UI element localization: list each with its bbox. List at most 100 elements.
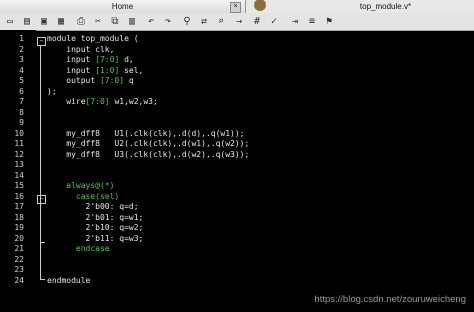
code-token: d, xyxy=(119,55,134,64)
code-line: always@(*) xyxy=(47,181,114,192)
open-folder-icon[interactable]: ▤ xyxy=(20,14,34,28)
code-line: case(sel) xyxy=(47,192,119,203)
copy-icon[interactable]: ⧉ xyxy=(108,14,122,28)
code-token: 2'b00: q=d; xyxy=(47,202,139,211)
new-file-icon[interactable]: ▭ xyxy=(3,14,17,28)
format-icon[interactable]: ≡ xyxy=(305,14,319,28)
line-number: 22 xyxy=(14,254,24,264)
save-icon[interactable]: ▣ xyxy=(37,14,51,28)
code-line: 2'b11: q=w3; xyxy=(47,234,144,245)
cut-icon[interactable]: ✂ xyxy=(91,14,105,28)
code-token: my_dff8 U2(.clk(clk),.d(w1),.q(w2)); xyxy=(47,139,250,148)
find-in-files-icon[interactable]: ⌕ xyxy=(214,14,228,28)
line-number: 6 xyxy=(19,86,24,96)
code-token: [1:0] xyxy=(95,65,120,75)
code-editor[interactable]: module top_module ( input clk, input [7:… xyxy=(47,30,474,312)
code-token: [7:0] xyxy=(99,76,125,85)
line-number: 12 xyxy=(14,149,24,159)
code-token: w1,w2,w3; xyxy=(109,97,158,106)
code-token: sel, xyxy=(119,65,144,75)
line-number: 4 xyxy=(19,65,24,75)
line-number: 8 xyxy=(19,107,24,117)
code-token: always@(*) xyxy=(47,181,115,190)
line-number: 10 xyxy=(14,128,24,138)
replace-icon[interactable]: ⇄ xyxy=(197,14,211,28)
line-number: 3 xyxy=(19,55,24,64)
code-line: 2'b10: q=w2; xyxy=(47,223,144,234)
line-number: 16 xyxy=(14,191,24,201)
code-token: 2'b01: q=w1; xyxy=(47,212,144,222)
line-number: 15 xyxy=(14,181,24,190)
bookmark-icon[interactable]: ⚑ xyxy=(322,14,336,28)
code-token: my_dff8 U3(.clk(clk),.d(w2),.q(w3)); xyxy=(47,149,250,159)
code-token: input xyxy=(47,55,96,64)
code-token: wire xyxy=(47,97,86,106)
code-line: my_dff8 U3(.clk(clk),.d(w2),.q(w3)); xyxy=(47,150,249,161)
redo-icon[interactable]: ↷ xyxy=(161,14,175,28)
code-token: module top_module ( xyxy=(47,34,139,43)
code-line: my_dff8 U1(.clk(clk),.d(d),.q(w1)); xyxy=(47,129,244,140)
line-number: 13 xyxy=(14,160,24,169)
code-token: input clk, xyxy=(47,44,115,54)
code-line: my_dff8 U2(.clk(clk),.d(w1),.q(w2)); xyxy=(47,139,249,150)
line-number: 2 xyxy=(19,44,24,54)
close-icon[interactable]: × xyxy=(230,2,241,13)
line-number: 21 xyxy=(14,244,24,253)
tab-top-module[interactable]: top_module.v* xyxy=(247,0,474,13)
code-token: my_dff8 U1(.clk(clk),.d(d),.q(w1)); xyxy=(47,128,245,138)
line-number: 9 xyxy=(19,118,24,127)
line-number: 14 xyxy=(14,170,24,180)
toolbar: ▭ ▤ ▣ ▦ ⎙ ✂ ⧉ ▥ ↶ ↷ ⚲ ⇄ ⌕ → # ✓ ⇥ ≡ ⚑ xyxy=(0,13,474,31)
print-icon[interactable]: ⎙ xyxy=(74,14,88,28)
tab-home-label: Home xyxy=(111,2,134,11)
line-number-gutter: 1 2 3 4 5 6 7 8 9 10 11 12 13 14 15 16 17 18 19 20 21 22 23 24 xyxy=(0,30,36,312)
indent-icon[interactable]: ⇥ xyxy=(288,14,302,28)
goto-icon[interactable]: → xyxy=(232,14,246,28)
code-line: wire[7:0] w1,w2,w3; xyxy=(47,97,158,108)
line-number: 18 xyxy=(14,212,24,222)
tab-home[interactable]: Home × xyxy=(0,0,246,13)
code-token: [7:0] xyxy=(85,97,110,106)
code-token: case(sel) xyxy=(47,191,120,201)
code-line: endmodule xyxy=(47,276,90,287)
line-number: 7 xyxy=(19,97,24,106)
save-all-icon[interactable]: ▦ xyxy=(54,14,68,28)
code-token: endcase xyxy=(47,244,110,253)
line-number: 11 xyxy=(14,139,24,148)
code-line: 2'b01: q=w1; xyxy=(47,212,144,224)
watermark: https://blog.csdn.net/zouruweicheng xyxy=(314,294,466,305)
line-number: 19 xyxy=(14,223,24,232)
code-line: ); xyxy=(47,87,57,98)
code-line: endcase xyxy=(47,244,110,255)
line-number: 20 xyxy=(14,233,24,243)
code-token: ); xyxy=(47,86,57,96)
code-line: module top_module ( xyxy=(47,34,139,45)
fold-guide xyxy=(40,204,41,242)
paste-icon[interactable]: ▥ xyxy=(125,14,139,28)
line-number: 24 xyxy=(14,275,24,285)
fold-toggle-icon[interactable]: − xyxy=(37,37,46,46)
line-number: 1 xyxy=(19,34,24,43)
fold-column: − − xyxy=(36,30,46,312)
line-number: 17 xyxy=(14,202,24,211)
line-number: 23 xyxy=(14,265,24,274)
tab-top-module-label: top_module.v* xyxy=(359,2,412,11)
fold-guide xyxy=(40,46,41,279)
fold-toggle-icon[interactable]: − xyxy=(37,195,46,204)
bug-icon xyxy=(254,0,266,11)
code-token: input xyxy=(47,65,96,75)
line-number: 5 xyxy=(19,76,24,85)
fold-guide-end xyxy=(40,242,45,243)
code-line: output [7:0] q xyxy=(47,76,133,87)
code-line: 2'b00: q=d; xyxy=(47,202,139,213)
code-line: input [7:0] d, xyxy=(47,55,134,66)
code-token: [7:0] xyxy=(95,55,120,64)
code-token: endmodule xyxy=(47,275,91,285)
code-line: input clk, xyxy=(47,45,114,56)
find-icon[interactable]: ⚲ xyxy=(180,14,194,28)
spellcheck-icon[interactable]: ✓ xyxy=(267,14,281,28)
fold-guide-end xyxy=(40,279,45,280)
undo-icon[interactable]: ↶ xyxy=(144,14,158,28)
hex-icon[interactable]: # xyxy=(250,14,264,28)
title-bar: Home × top_module.v* ▭ ▤ ▣ ▦ ⎙ ✂ ⧉ ▥ ↶ ↷ ⚲ ⇄ ⌕ → # ✓ ⇥ ≡ ⚑ xyxy=(0,0,474,31)
